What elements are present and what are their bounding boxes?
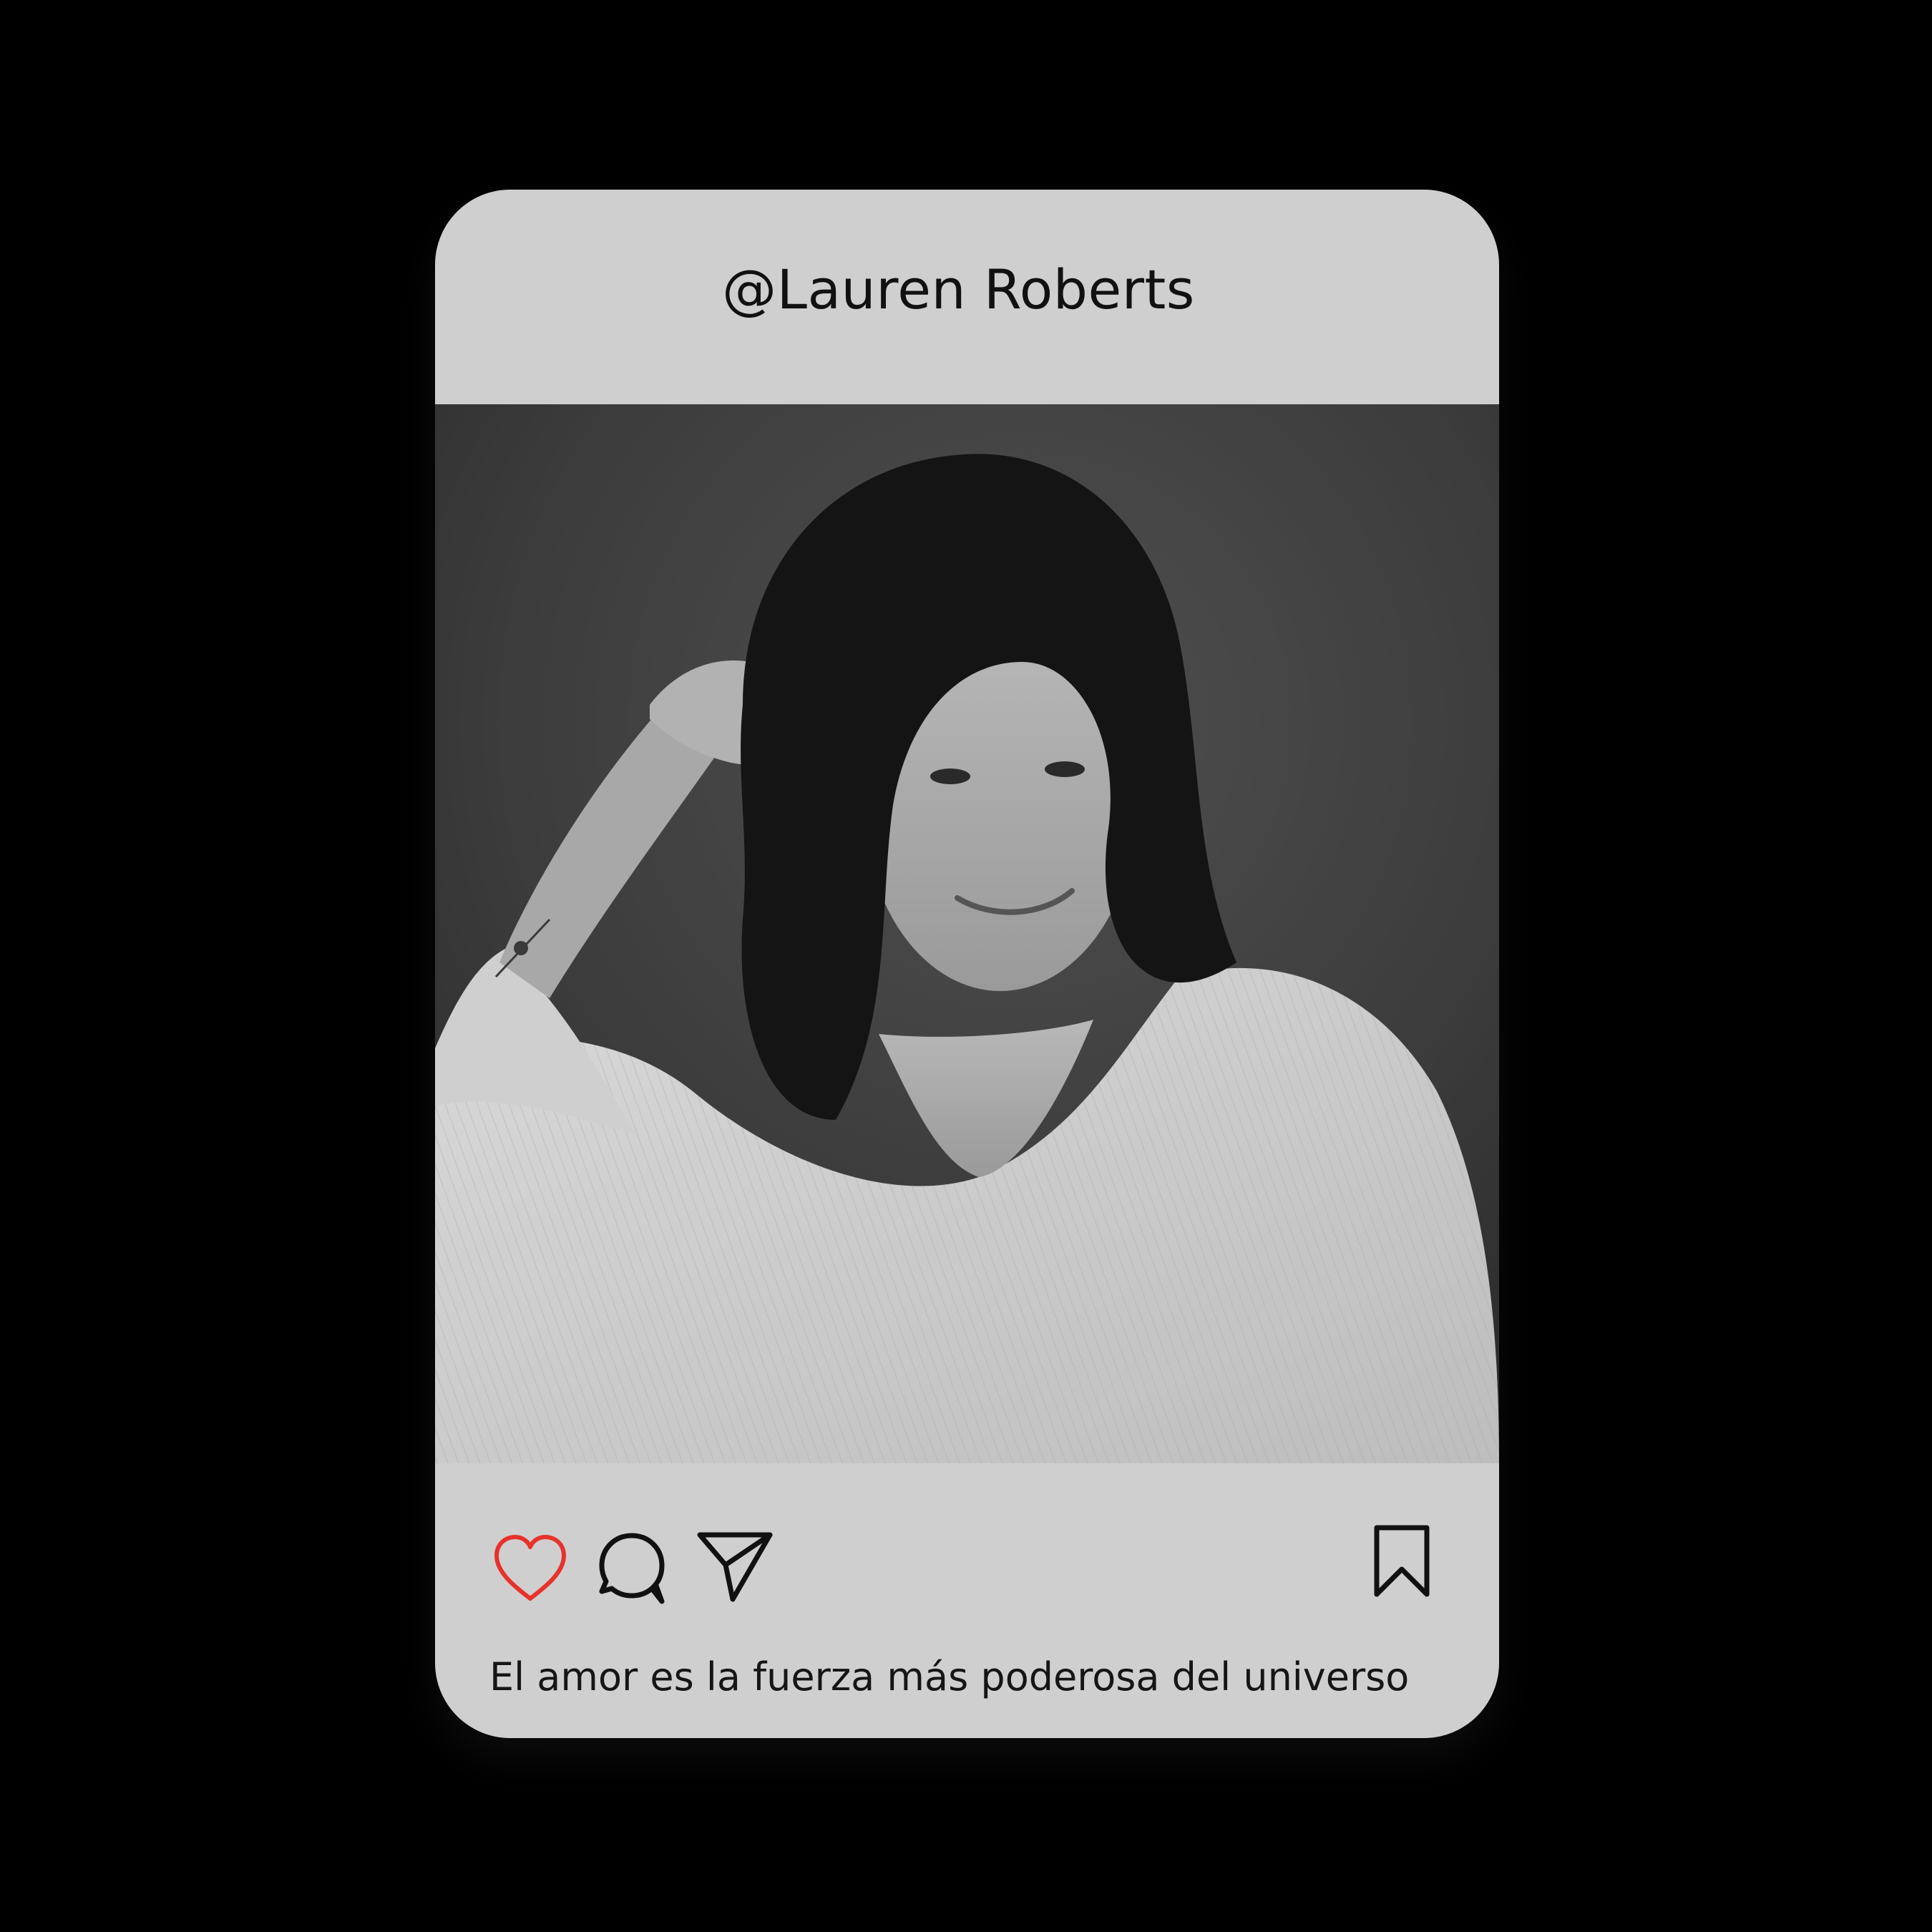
post-header: @Lauren Roberts xyxy=(435,190,1499,402)
speech-bubble-icon[interactable] xyxy=(596,1530,668,1605)
bookmark-icon[interactable] xyxy=(1372,1523,1431,1599)
heart-icon[interactable] xyxy=(491,1533,570,1604)
post-username[interactable]: @Lauren Roberts xyxy=(722,258,1195,321)
post-card: @Lauren Roberts El amor es la fuerza más… xyxy=(435,190,1499,1738)
post-photo[interactable] xyxy=(435,404,1499,1463)
portrait-illustration xyxy=(435,404,1499,1463)
paper-plane-icon[interactable] xyxy=(696,1528,774,1606)
post-caption: El amor es la fuerza más poderosa del un… xyxy=(489,1654,1410,1699)
post-actions-bar: El amor es la fuerza más poderosa del un… xyxy=(435,1463,1499,1738)
canvas: @Lauren Roberts El amor es la fuerza más… xyxy=(0,0,1932,1932)
